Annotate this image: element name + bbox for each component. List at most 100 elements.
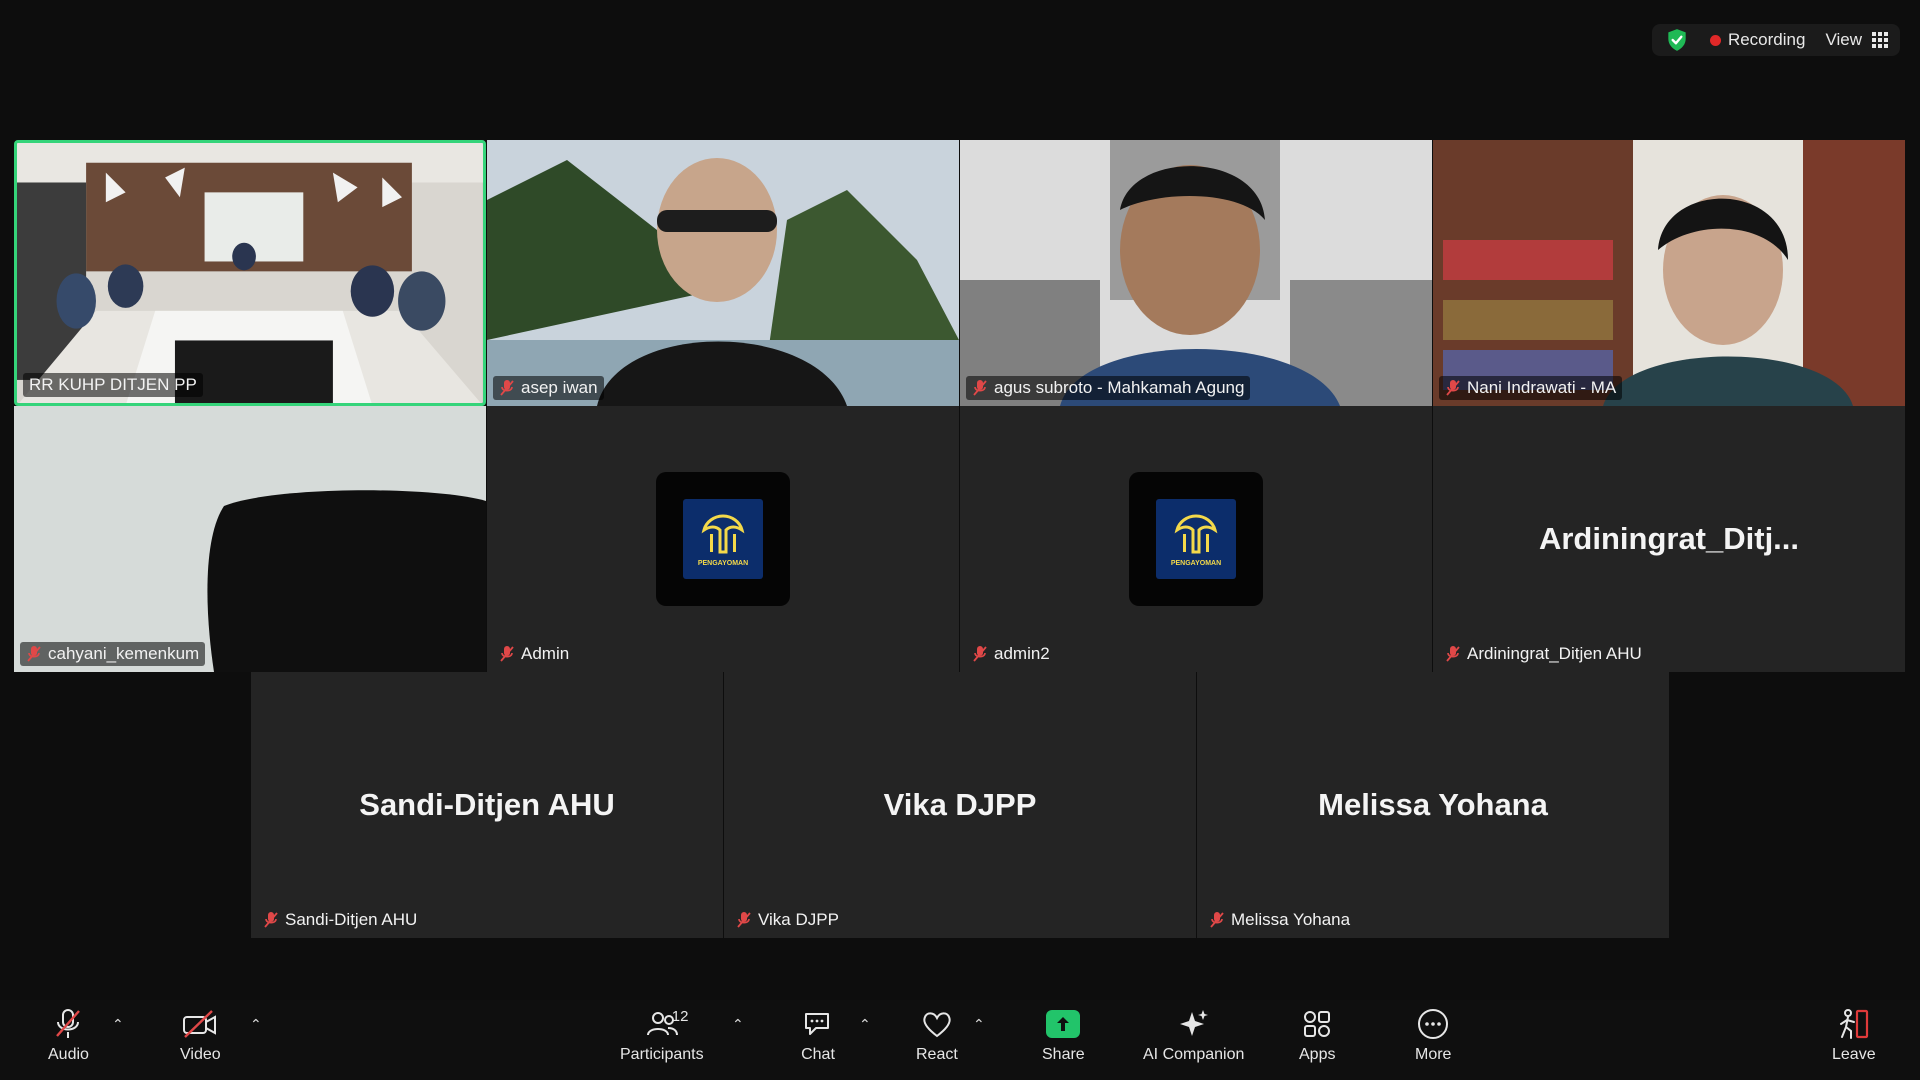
tree-logo-icon [1174,513,1218,553]
leave-door-icon [1839,1009,1868,1039]
share-button[interactable]: Share [1042,1006,1085,1064]
participant-tile-asep-iwan[interactable]: asep iwan [487,140,959,406]
participant-name-tag: Admin [493,642,575,666]
chat-icon [805,1013,829,1035]
participant-name: Melissa Yohana [1231,910,1351,929]
sparkle-icon [1179,1010,1208,1036]
react-label: React [916,1046,958,1063]
ai-companion-label: AI Companion [1143,1046,1245,1063]
participants-options-caret-icon[interactable]: ⌃ [732,1016,744,1033]
mic-muted-icon [973,646,987,662]
apps-button[interactable]: Apps [1299,1006,1335,1064]
participant-name-tag: cahyani_kemenkum [20,642,206,666]
mic-muted-icon [27,646,41,662]
meeting-status-bar: Recording View [1651,24,1900,56]
recording-label: Recording [1727,30,1806,49]
participant-name-tag: RR KUHP DITJEN PP [23,373,203,397]
participant-name: agus subroto - Mahkamah Agung [994,378,1245,397]
participant-display-name: Melissa Yohana [1318,787,1548,822]
participant-name-tag: Melissa Yohana [1203,908,1356,932]
participant-name-tag: Ardiningrat_Ditjen AHU [1439,642,1648,666]
participant-tile-nani-indrawati[interactable]: Nani Indrawati - MA [1433,140,1905,406]
leave-label: Leave [1832,1046,1876,1063]
pengayoman-logo: PENGAYOMAN [683,499,763,579]
participant-tile-rr-kuhp[interactable]: RR KUHP DITJEN PP [14,140,486,406]
video-label: Video [180,1046,221,1063]
leave-button[interactable]: Leave [1832,1006,1876,1064]
mic-muted-icon [973,380,987,396]
participant-display-name: Sandi-Ditjen AHU [359,787,615,822]
mic-muted-icon [500,646,514,662]
chat-button[interactable]: Chat [800,1006,836,1064]
view-label: View [1825,30,1862,49]
react-options-caret-icon[interactable]: ⌃ [973,1016,985,1033]
participant-tile-agus-subroto[interactable]: agus subroto - Mahkamah Agung [960,140,1432,406]
chat-options-caret-icon[interactable]: ⌃ [859,1016,871,1033]
react-button[interactable]: React [916,1006,958,1064]
participant-name: Nani Indrawati - MA [1467,378,1617,397]
mic-muted-icon [264,912,278,928]
more-dots-icon [1418,1009,1449,1039]
participant-name-tag: Vika DJPP [730,908,845,932]
participant-video [487,140,959,406]
video-options-caret-icon[interactable]: ⌃ [250,1016,262,1033]
participant-name: Sandi-Ditjen AHU [285,910,418,929]
more-label: More [1415,1046,1452,1063]
participant-name: Ardiningrat_Ditjen AHU [1467,644,1642,663]
participant-display-name: Ardiningrat_Ditj... [1538,521,1800,556]
view-button[interactable]: View [1825,30,1888,50]
mic-muted-icon [500,380,514,396]
heart-icon [923,1012,951,1038]
grid-view-icon [1872,32,1888,48]
participant-name: Admin [521,644,570,663]
participant-name: cahyani_kemenkum [48,644,200,663]
participant-name-tag: Nani Indrawati - MA [1439,376,1623,400]
participant-name: RR KUHP DITJEN PP [29,375,197,394]
more-button[interactable]: More [1415,1006,1451,1064]
participant-name-tag: admin2 [966,642,1056,666]
participant-avatar: PENGAYOMAN [1129,472,1263,606]
mic-muted-icon [56,1009,81,1038]
video-button[interactable]: Video [180,1006,221,1064]
participant-tile-ardiningrat[interactable]: Ardiningrat_Ditj... Ardiningrat_Ditjen A… [1433,406,1905,672]
participant-video [960,140,1432,406]
participant-name: admin2 [994,644,1050,663]
participant-video [1433,140,1905,406]
participant-name: asep iwan [521,378,598,397]
recording-indicator[interactable]: Recording [1709,30,1806,50]
apps-label: Apps [1299,1046,1336,1063]
participant-display-name: Vika DJPP [883,787,1037,822]
mic-muted-icon [1446,646,1460,662]
top-bar: Recording View [0,0,1920,80]
conference-room-video [17,143,483,403]
share-screen-icon [1046,1010,1081,1038]
participant-tile-cahyani[interactable]: cahyani_kemenkum [14,406,486,672]
share-label: Share [1042,1046,1085,1063]
avatar-logo-text: PENGAYOMAN [1170,559,1222,567]
participant-name: Vika DJPP [758,910,839,929]
participants-count: 12 [671,1008,689,1025]
mic-muted-icon [1446,380,1460,396]
chat-label: Chat [801,1046,835,1063]
avatar-logo-text: PENGAYOMAN [697,559,749,567]
participants-button[interactable]: 12 Participants [620,1006,704,1064]
recording-dot-icon [1709,34,1721,46]
participant-name-tag: agus subroto - Mahkamah Agung [966,376,1251,400]
audio-options-caret-icon[interactable]: ⌃ [112,1016,124,1033]
ai-companion-button[interactable]: AI Companion [1143,1006,1244,1064]
shield-check-icon[interactable] [1664,27,1690,53]
mic-muted-icon [1210,912,1224,928]
participant-tile-admin[interactable]: PENGAYOMAN Admin [487,406,959,672]
pengayoman-logo: PENGAYOMAN [1156,499,1236,579]
participant-tile-vika[interactable]: Vika DJPP Vika DJPP [724,672,1196,938]
participant-tile-admin2[interactable]: PENGAYOMAN admin2 [960,406,1432,672]
audio-button[interactable]: Audio [48,1006,89,1064]
audio-label: Audio [48,1046,89,1063]
participants-label: Participants [620,1046,704,1063]
participant-video [14,406,486,672]
apps-icon [1304,1011,1331,1037]
participant-name-tag: asep iwan [493,376,604,400]
participant-tile-sandi[interactable]: Sandi-Ditjen AHU Sandi-Ditjen AHU [251,672,723,938]
meeting-toolbar: Audio ⌃ Video ⌃ 12 Participants ⌃ Chat ⌃… [0,1000,1920,1080]
participant-tile-melissa[interactable]: Melissa Yohana Melissa Yohana [1197,672,1669,938]
